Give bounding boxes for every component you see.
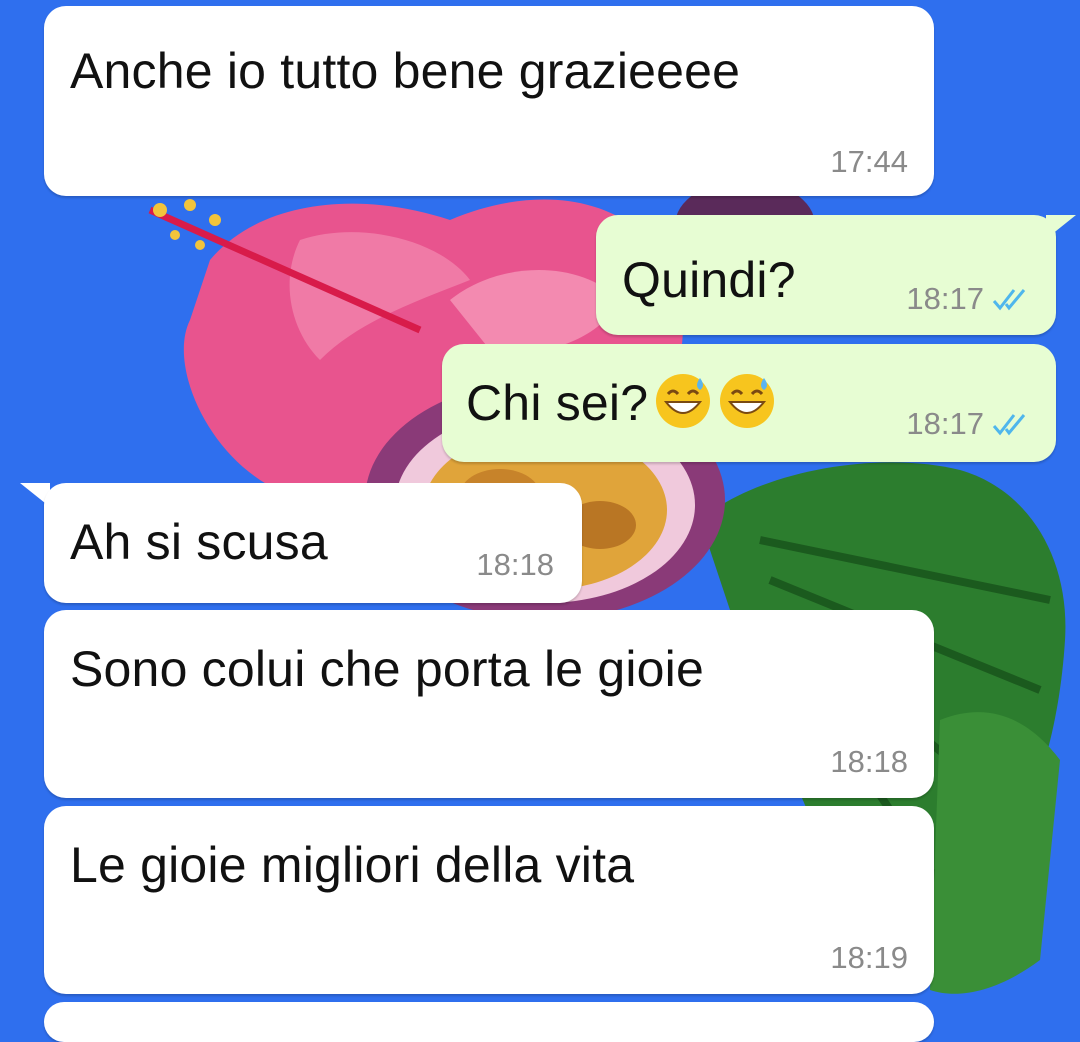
message-meta: 18:17	[906, 406, 1030, 442]
message-bubble-incoming[interactable]: Le gioie migliori della vita 18:19	[44, 806, 934, 994]
message-bubble-outgoing[interactable]: Quindi? 18:17	[596, 215, 1056, 335]
message-bubble-outgoing[interactable]: Chi sei? 18:17	[442, 344, 1056, 462]
message-text: Anche io tutto bene grazieeee	[70, 43, 741, 99]
message-timestamp: 17:44	[830, 144, 908, 179]
message-timestamp: 18:18	[830, 744, 908, 779]
message-bubble-incoming[interactable]: Ah si scusa 18:18	[44, 483, 582, 603]
message-text: Sono colui che porta le gioie	[70, 641, 704, 697]
double-check-icon	[992, 289, 1026, 311]
grinning-sweat-emoji	[656, 374, 711, 428]
message-timestamp: 18:17	[906, 281, 984, 316]
grinning-sweat-emoji	[720, 374, 775, 428]
message-text: Chi sei?	[466, 372, 776, 432]
message-text: Ah si scusa	[70, 514, 328, 570]
message-timestamp: 18:19	[830, 940, 908, 975]
message-text: Le gioie migliori della vita	[70, 837, 635, 893]
message-bubble-incoming-partial[interactable]	[44, 1002, 934, 1042]
message-bubble-incoming[interactable]: Sono colui che porta le gioie 18:18	[44, 610, 934, 798]
bubble-tail	[1046, 215, 1076, 239]
message-text: Quindi?	[622, 252, 796, 308]
message-timestamp: 18:18	[476, 547, 554, 582]
double-check-icon	[992, 414, 1026, 436]
message-meta: 18:17	[906, 281, 1030, 317]
message-timestamp: 18:17	[906, 406, 984, 441]
message-bubble-incoming[interactable]: Anche io tutto bene grazieeee 17:44	[44, 6, 934, 196]
